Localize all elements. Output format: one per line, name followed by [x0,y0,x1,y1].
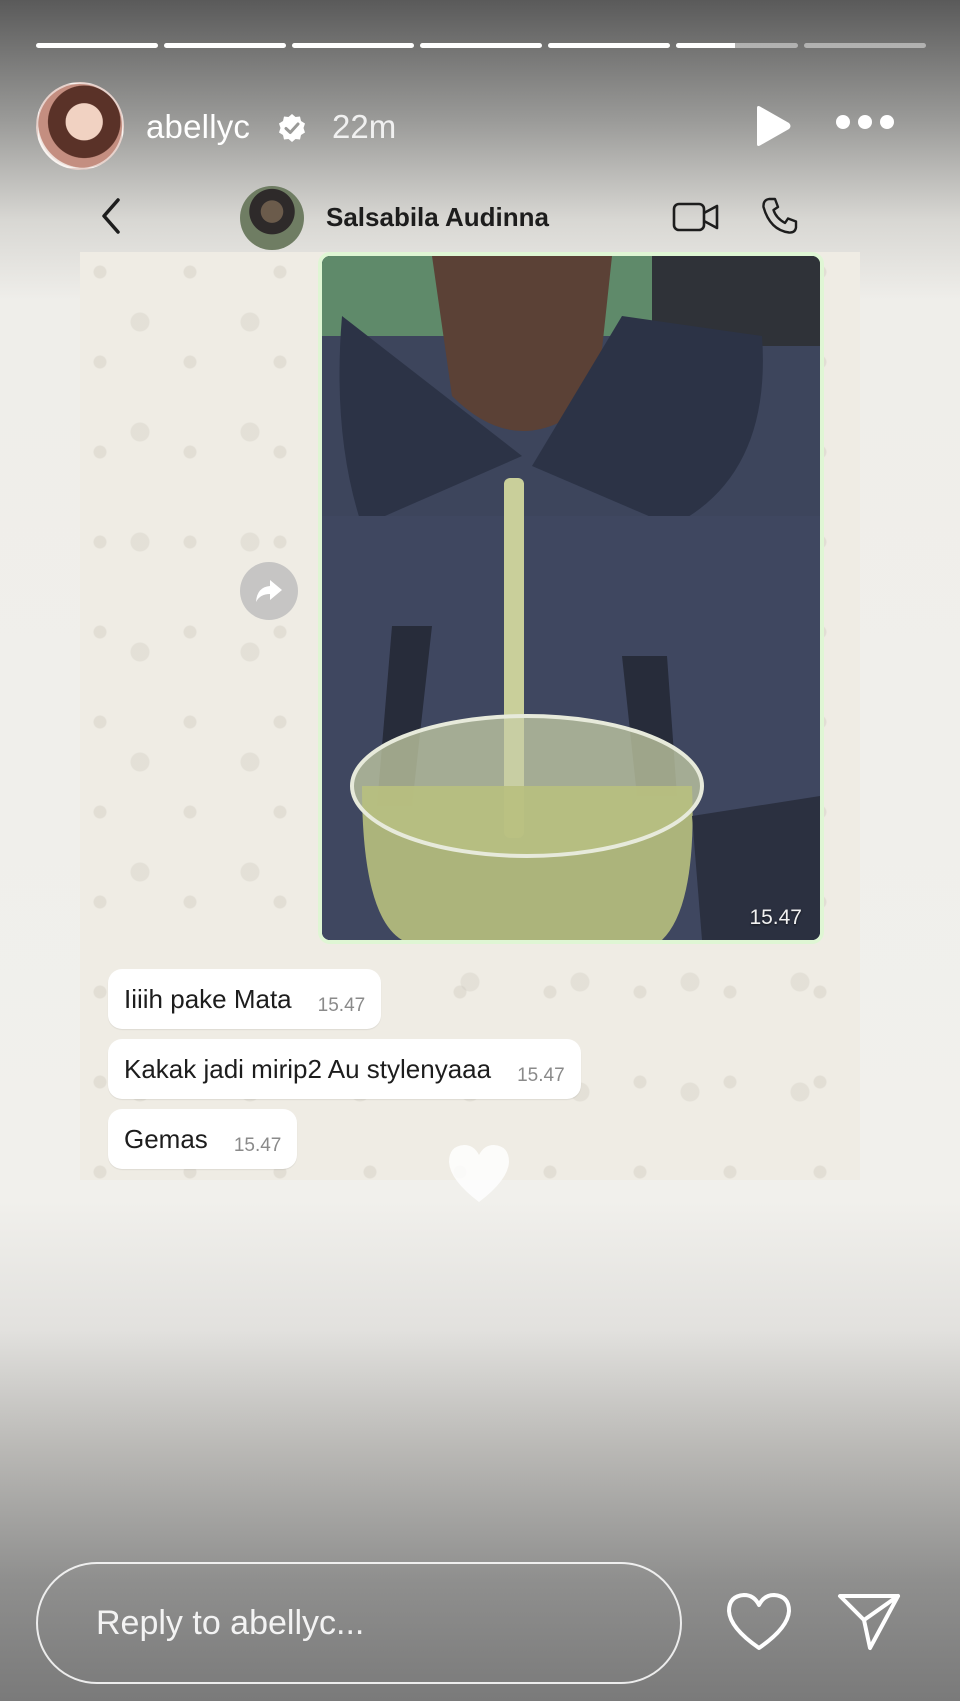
chat-message: Kakak jadi mirip2 Au stylenyaaa 15.47 [108,1039,581,1099]
forward-icon [240,562,298,620]
floating-heart-icon [449,1145,509,1202]
progress-segment [164,43,286,48]
progress-segment [548,43,670,48]
more-options-icon[interactable] [836,112,896,132]
progress-fill [548,43,670,48]
verified-badge-icon [279,114,305,142]
play-icon[interactable] [751,104,795,148]
story-viewer: abellyc 22m Salsabila Audinna 15.47 Iiii… [0,0,960,1701]
message-time: 15.47 [317,995,366,1016]
progress-segment [676,43,798,48]
story-progress-bars [36,43,926,48]
video-call-icon [672,202,719,232]
profile-avatar[interactable] [36,82,124,170]
story-header: abellyc 22m [36,82,926,172]
message-text: Kakak jadi mirip2 Au stylenyaaa [124,1053,492,1084]
username-label[interactable]: abellyc [146,108,250,146]
photo-timestamp: 15.47 [749,906,802,929]
progress-segment [420,43,542,48]
send-icon[interactable] [836,1590,902,1654]
photo-image [322,256,820,940]
progress-segment [36,43,158,48]
chat-message: Gemas 15.47 [108,1109,298,1169]
progress-segment [804,43,926,48]
message-text: Iiiih pake Mata [124,983,292,1014]
chat-header: Salsabila Audinna [78,182,858,252]
contact-avatar [240,186,304,250]
contact-name: Salsabila Audinna [326,202,549,232]
message-time: 15.47 [517,1065,565,1086]
heart-icon[interactable] [724,1590,794,1654]
chevron-left-icon [102,198,120,234]
progress-fill [36,43,158,48]
progress-fill [164,43,286,48]
progress-segment [292,43,414,48]
progress-fill [676,43,735,48]
story-time: 22m [332,108,397,145]
progress-fill [292,43,414,48]
chat-message: Iiiih pake Mata 15.47 [108,969,382,1029]
reply-input[interactable] [36,1562,682,1684]
message-time: 15.47 [233,1135,282,1156]
photo-message: 15.47 [318,252,824,944]
progress-fill [420,43,542,48]
message-text: Gemas [124,1123,208,1154]
phone-icon [762,197,798,234]
